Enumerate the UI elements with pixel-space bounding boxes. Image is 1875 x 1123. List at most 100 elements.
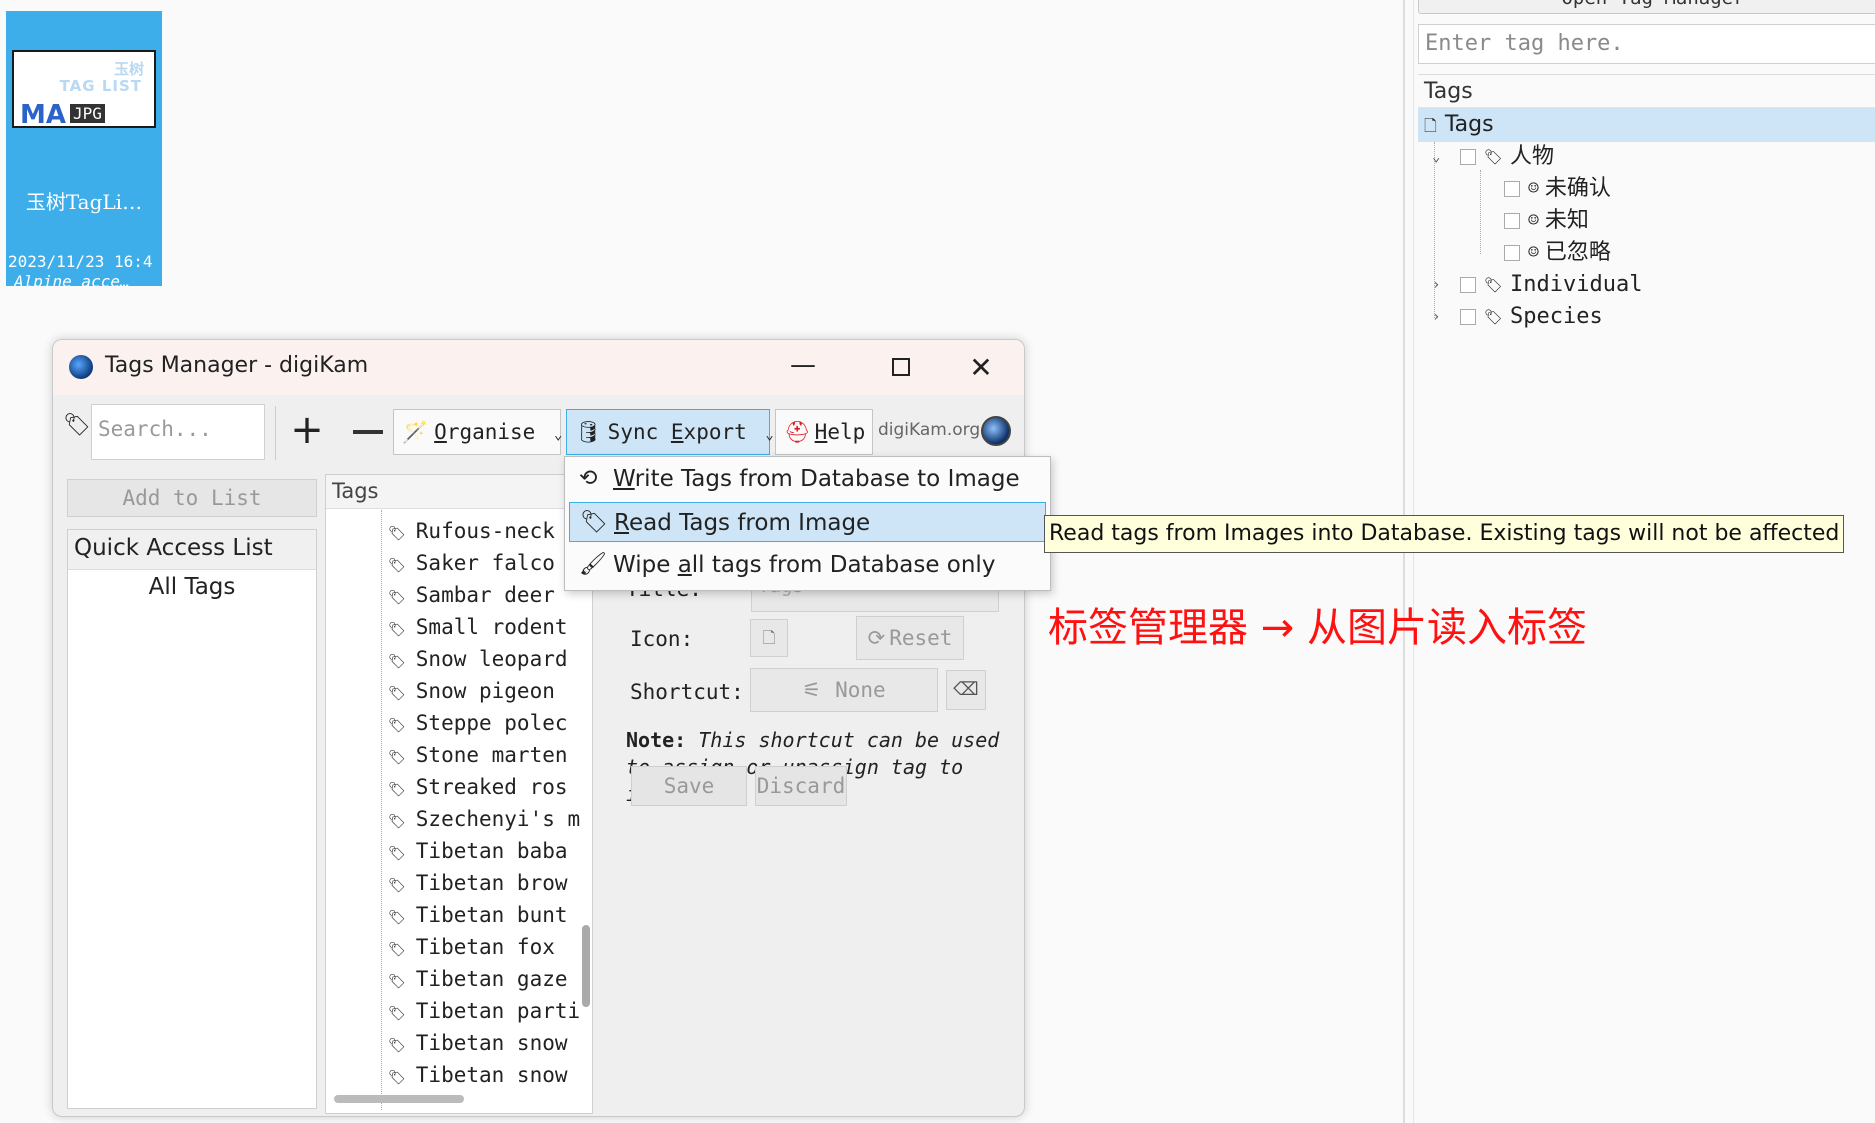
tag-item[interactable]: 🏷 Streaked ros xyxy=(388,771,588,803)
digikam-website-link[interactable]: digiKam.org xyxy=(878,420,980,440)
quick-access-header: Quick Access List xyxy=(68,530,316,570)
add-tag-button[interactable]: + xyxy=(281,404,333,460)
search-input[interactable]: Search... xyxy=(91,404,265,460)
vertical-scrollbar[interactable] xyxy=(582,925,590,1007)
minus-icon xyxy=(353,430,383,434)
sync-export-button[interactable]: 🛢 Sync Export ⌄ xyxy=(566,409,774,455)
tag-item[interactable]: 🏷 Steppe polec xyxy=(388,707,588,739)
shortcut-label: Shortcut: xyxy=(630,680,744,704)
face-icon: ☺ xyxy=(1528,242,1539,263)
tag-icon: 🏷 xyxy=(388,1006,406,1022)
tag-item[interactable]: 🏷 Small rodent xyxy=(388,611,588,643)
icon-picker-button[interactable]: 🗋 xyxy=(750,619,788,657)
tag-item[interactable]: 🏷 Stone marten xyxy=(388,739,588,771)
tag-icon: 🏷 xyxy=(388,590,406,606)
tooltip: Read tags from Images into Database. Exi… xyxy=(1044,515,1845,553)
tree-item-unconfirmed[interactable]: ☺ 未确认 xyxy=(1504,173,1611,205)
reset-icon-button[interactable]: ⟳ Reset xyxy=(856,616,964,660)
tag-icon: 🏷 xyxy=(388,782,406,798)
sync-icon: ⟲ xyxy=(579,466,598,491)
tree-item-individual[interactable]: › 🏷 Individual xyxy=(1432,269,1642,301)
window-title: Tags Manager - digiKam xyxy=(105,353,369,378)
tree-item-species[interactable]: › 🏷 Species xyxy=(1432,301,1603,333)
chevron-down-icon[interactable]: ⌄ xyxy=(1432,141,1446,173)
tag-checkbox[interactable] xyxy=(1460,149,1476,165)
tags-root-label: Tags xyxy=(1444,112,1494,137)
maximize-button[interactable] xyxy=(871,340,931,395)
tag-checkbox[interactable] xyxy=(1460,277,1476,293)
thumbnail-description: Alpine acce… xyxy=(14,272,130,286)
tag-item[interactable]: 🏷 Tibetan snow xyxy=(388,1059,588,1091)
tag-item[interactable]: 🏷 Tibetan parti xyxy=(388,995,588,1027)
discard-button[interactable]: Discard xyxy=(755,766,847,806)
open-tag-manager-button[interactable]: Open Tag Manager xyxy=(1418,0,1875,14)
menu-item-write-tags[interactable]: ⟲ Write Tags from Database to Image xyxy=(569,459,1046,499)
tree-item-label: 未确认 xyxy=(1544,176,1611,201)
tag-icon: 🏷 xyxy=(63,413,91,438)
chevron-right-icon[interactable]: › xyxy=(1432,269,1446,301)
tag-icon: 🏷 xyxy=(388,718,406,734)
magic-wand-icon: 🪄 xyxy=(402,420,429,444)
tag-checkbox[interactable] xyxy=(1504,213,1520,229)
panel-splitter[interactable] xyxy=(1403,0,1405,1123)
tag-icon: 🏷 xyxy=(388,750,406,766)
document-icon: 🗋 xyxy=(1424,116,1437,135)
organise-mnemonic: O xyxy=(434,420,447,444)
tag-item[interactable]: 🏷 Tibetan brow xyxy=(388,867,588,899)
tag-item[interactable]: 🏷 Tibetan gaze xyxy=(388,963,588,995)
tree-item-label: Species xyxy=(1510,304,1603,329)
clear-shortcut-button[interactable]: ⌫ xyxy=(946,670,986,710)
horizontal-scrollbar[interactable] xyxy=(334,1095,464,1103)
tag-item[interactable]: 🏷 Rufous-neck xyxy=(388,515,588,547)
sync-export-menu: ⟲ Write Tags from Database to Image 🏷 Read… xyxy=(564,456,1051,591)
tree-item-unknown[interactable]: ☺ 未知 xyxy=(1504,205,1589,237)
chevron-down-icon: ⌄ xyxy=(765,427,774,443)
tag-checkbox[interactable] xyxy=(1504,181,1520,197)
tree-guide-line xyxy=(1480,170,1481,254)
shortcut-button[interactable]: ⚟ None xyxy=(750,668,938,712)
close-button[interactable]: ✕ xyxy=(951,340,1011,395)
tag-icon: 🏷 xyxy=(388,910,406,926)
tag-checkbox[interactable] xyxy=(1460,309,1476,325)
thumbnail-image: 玉树 TAG LIST MA JPG xyxy=(12,50,156,130)
tag-item[interactable]: 🏷 Tibetan baba xyxy=(388,835,588,867)
tags-root-item[interactable]: 🗋 Tags xyxy=(1418,108,1875,142)
thumbnail-watermark-1: 玉树 xyxy=(113,60,144,78)
organise-button[interactable]: 🪄 Organise ⌄ xyxy=(393,409,562,455)
digikam-app-icon xyxy=(69,355,93,379)
tag-checkbox[interactable] xyxy=(1504,245,1520,261)
digikam-logo-icon[interactable] xyxy=(981,416,1011,446)
tag-icon: 🏷 xyxy=(388,558,406,574)
tag-item[interactable]: 🏷 Tibetan fox xyxy=(388,931,588,963)
chevron-right-icon[interactable]: › xyxy=(1432,301,1446,333)
quick-access-item-all-tags[interactable]: All Tags xyxy=(68,574,316,600)
face-icon: ☺ xyxy=(1528,210,1539,231)
thumbnail-watermark-2: TAG LIST xyxy=(59,77,142,95)
menu-item-read-tags[interactable]: 🏷 Read Tags from Image xyxy=(569,502,1046,542)
tag-icon: 🏷 xyxy=(388,814,406,830)
tree-item-label: Individual xyxy=(1510,272,1643,297)
tag-item[interactable]: 🏷 Snow pigeon xyxy=(388,675,588,707)
maximize-icon xyxy=(892,358,910,376)
add-to-list-button[interactable]: Add to List xyxy=(67,479,317,517)
tags-tree-header: Tags xyxy=(326,475,592,509)
reset-icon: ⟳ xyxy=(867,626,886,650)
tree-item-ignored[interactable]: ☺ 已忽略 xyxy=(1504,237,1611,269)
tag-entry-input[interactable]: Enter tag here. xyxy=(1418,24,1875,64)
remove-tag-button[interactable] xyxy=(341,404,393,460)
tree-item-people[interactable]: ⌄ 🏷 人物 xyxy=(1432,141,1554,173)
tag-item[interactable]: 🏷 Szechenyi's m xyxy=(388,803,588,835)
tag-item[interactable]: 🏷 Tibetan bunt xyxy=(388,899,588,931)
tags-tree[interactable]: Tags 🏷 Rufous-neck 🏷 Saker falco 🏷 Sambar d… xyxy=(325,474,593,1114)
save-button[interactable]: Save xyxy=(631,766,747,806)
tag-item[interactable]: 🏷 Saker falco xyxy=(388,547,588,579)
tag-item[interactable]: 🏷 Snow leopard xyxy=(388,643,588,675)
window-titlebar[interactable]: Tags Manager - digiKam — ✕ xyxy=(53,340,1024,395)
minimize-button[interactable]: — xyxy=(773,340,833,395)
tag-item[interactable]: 🏷 Sambar deer xyxy=(388,579,588,611)
tree-item-label: 未知 xyxy=(1544,208,1589,233)
tag-item[interactable]: 🏷 Tibetan snow xyxy=(388,1027,588,1059)
image-thumbnail[interactable]: 玉树 TAG LIST MA JPG 玉树TagLi… 2023/11/23 1… xyxy=(6,11,162,286)
menu-item-wipe-tags[interactable]: 🖌 Wipe all tags from Database only xyxy=(569,545,1046,585)
help-button[interactable]: ⛑ Help xyxy=(775,409,873,455)
